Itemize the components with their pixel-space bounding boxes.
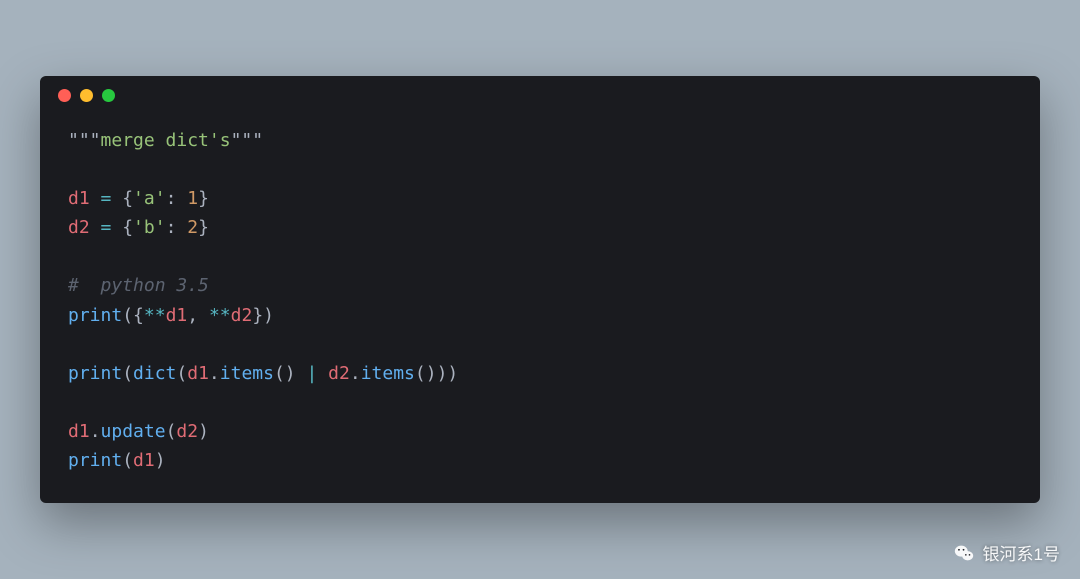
watermark-text: 银河系1号 <box>983 540 1060 565</box>
fn-print: print <box>68 363 122 384</box>
comment-python35: # python 3.5 <box>68 275 209 296</box>
fn-print: print <box>68 305 122 326</box>
var-d1: d1 <box>187 363 209 384</box>
maximize-icon <box>102 89 115 102</box>
lbrace: { <box>122 188 133 209</box>
code-block: """merge dict's""" d1 = {'a': 1} d2 = {'… <box>40 116 1040 504</box>
code-window: """merge dict's""" d1 = {'a': 1} d2 = {'… <box>40 76 1040 504</box>
rparen: ) <box>263 305 274 326</box>
val-1: 1 <box>187 188 198 209</box>
fn-items: items <box>361 363 415 384</box>
lparen: ( <box>274 363 285 384</box>
lparen: ( <box>122 450 133 471</box>
rparen: ) <box>426 363 437 384</box>
rbrace: } <box>198 188 209 209</box>
fn-items: items <box>220 363 274 384</box>
var-d1: d1 <box>133 450 155 471</box>
lbrace: { <box>122 217 133 238</box>
fn-update: update <box>101 421 166 442</box>
eq: = <box>90 188 123 209</box>
var-d2: d2 <box>176 421 198 442</box>
key-b: 'b' <box>133 217 166 238</box>
lbrace: { <box>133 305 144 326</box>
fn-print: print <box>68 450 122 471</box>
rparen: ) <box>447 363 458 384</box>
var-d2: d2 <box>231 305 253 326</box>
dot: . <box>209 363 220 384</box>
docstring-open: """ <box>68 130 101 151</box>
rbrace: } <box>198 217 209 238</box>
colon: : <box>166 217 188 238</box>
key-a: 'a' <box>133 188 166 209</box>
minimize-icon <box>80 89 93 102</box>
colon: : <box>166 188 188 209</box>
var-d2: d2 <box>328 363 350 384</box>
star2: ** <box>144 305 166 326</box>
lparen: ( <box>122 305 133 326</box>
eq: = <box>90 217 123 238</box>
rbrace: } <box>252 305 263 326</box>
close-icon <box>58 89 71 102</box>
docstring-text: merge dict's <box>101 130 231 151</box>
dot: . <box>350 363 361 384</box>
lparen: ( <box>415 363 426 384</box>
rparen: ) <box>285 363 296 384</box>
fn-dict: dict <box>133 363 176 384</box>
var-d1: d1 <box>166 305 188 326</box>
watermark: 银河系1号 <box>953 540 1060 565</box>
rparen: ) <box>437 363 448 384</box>
var-d2: d2 <box>68 217 90 238</box>
dot: . <box>90 421 101 442</box>
pipe: | <box>296 363 329 384</box>
star2: ** <box>209 305 231 326</box>
var-d1: d1 <box>68 421 90 442</box>
rparen: ) <box>198 421 209 442</box>
docstring-close: """ <box>231 130 264 151</box>
wechat-icon <box>953 542 975 564</box>
window-titlebar <box>40 76 1040 116</box>
lparen: ( <box>166 421 177 442</box>
lparen: ( <box>176 363 187 384</box>
lparen: ( <box>122 363 133 384</box>
var-d1: d1 <box>68 188 90 209</box>
rparen: ) <box>155 450 166 471</box>
val-2: 2 <box>187 217 198 238</box>
comma: , <box>187 305 209 326</box>
